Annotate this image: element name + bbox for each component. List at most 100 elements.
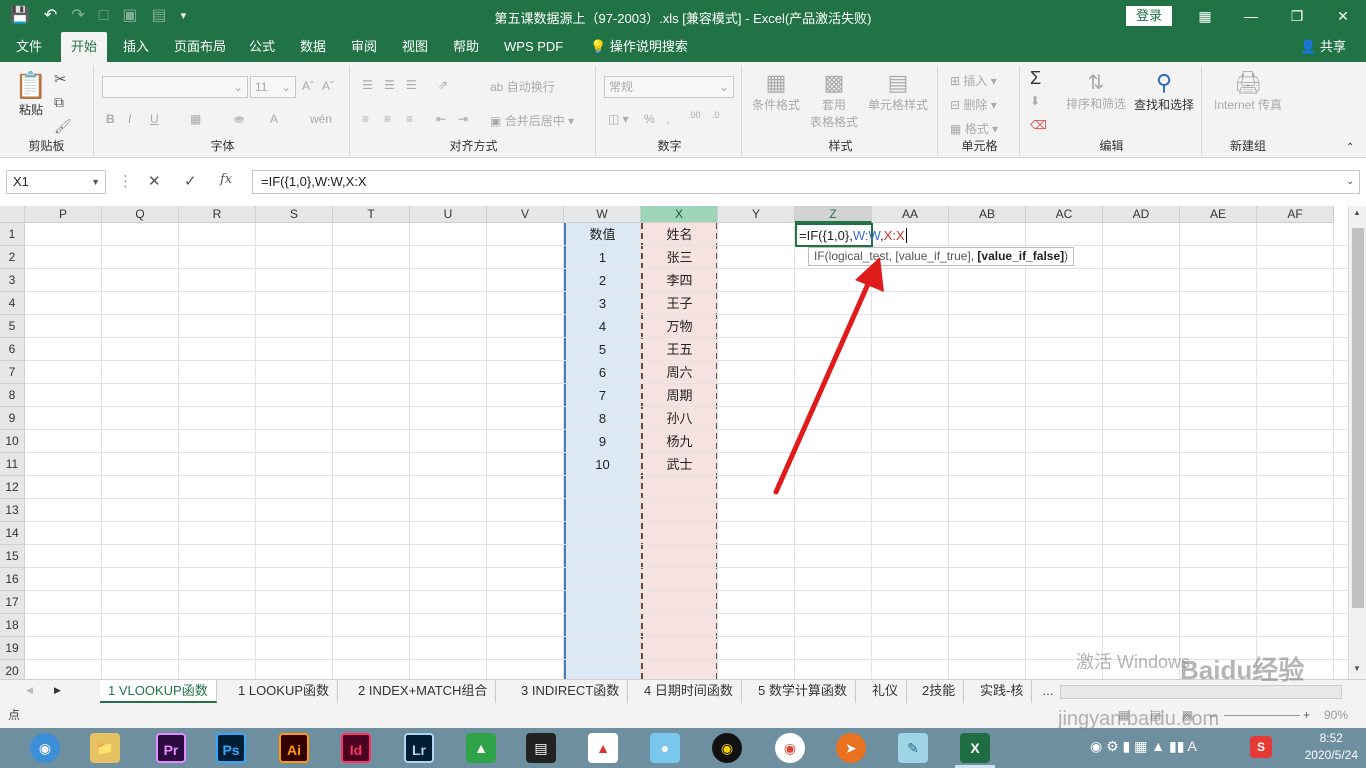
row-header-17[interactable]: 17 xyxy=(0,591,25,614)
insert-function-icon[interactable]: fx xyxy=(220,172,232,187)
confirm-entry-icon[interactable]: ✓ xyxy=(184,172,197,190)
cancel-entry-icon[interactable]: ✕ xyxy=(148,172,161,190)
bold-icon[interactable]: B xyxy=(106,112,115,126)
indesign-icon[interactable]: Id xyxy=(341,733,371,763)
insert-cells-button[interactable]: ⊞ 插入 ▾ xyxy=(950,72,997,89)
row-header-18[interactable]: 18 xyxy=(0,614,25,637)
fill-icon[interactable]: ⬇ xyxy=(1030,94,1040,108)
increase-indent-icon[interactable]: ⇥ xyxy=(458,112,468,126)
tab-view[interactable]: 视图 xyxy=(392,32,438,62)
row-header-14[interactable]: 14 xyxy=(0,522,25,545)
tab-review[interactable]: 审阅 xyxy=(341,32,387,62)
column-header-ae[interactable]: AE xyxy=(1180,206,1257,223)
row-header-11[interactable]: 11 xyxy=(0,453,25,476)
zoom-slider[interactable] xyxy=(1224,715,1300,716)
cell-x10[interactable]: 杨九 xyxy=(641,430,718,453)
worksheet-grid[interactable]: =IF({1,0},W:W,X:X​ IF(logical_test, [val… xyxy=(0,206,1366,679)
cell-w7[interactable]: 6 xyxy=(564,361,641,384)
more-sheets-icon[interactable]: … xyxy=(1042,684,1054,698)
horizontal-scrollbar[interactable] xyxy=(1060,685,1342,699)
cell-x4[interactable]: 王子 xyxy=(641,292,718,315)
tab-wps-pdf[interactable]: WPS PDF xyxy=(494,32,573,62)
find-select-button[interactable]: ⚲ 查找和选择 xyxy=(1130,70,1198,113)
cat-app-icon[interactable]: ● xyxy=(650,733,680,763)
internet-fax-button[interactable]: 🖨 Internet 传真 xyxy=(1208,70,1288,113)
vertical-scrollbar[interactable]: ▲ ▼ xyxy=(1348,206,1366,679)
column-header-s[interactable]: S xyxy=(256,206,333,223)
cell-x7[interactable]: 周六 xyxy=(641,361,718,384)
sheet-tab-etiquette[interactable]: 礼仪 xyxy=(864,680,908,703)
close-icon[interactable]: ✕ xyxy=(1320,0,1366,32)
column-header-q[interactable]: Q xyxy=(102,206,179,223)
cell-w9[interactable]: 8 xyxy=(564,407,641,430)
column-header-t[interactable]: T xyxy=(333,206,410,223)
align-right-icon[interactable]: ≡ xyxy=(406,112,413,126)
delete-cells-button[interactable]: ⊟ 删除 ▾ xyxy=(950,96,997,113)
sheet-tab-lookup[interactable]: 1 LOOKUP函数 xyxy=(230,680,339,703)
cell-x11[interactable]: 武士 xyxy=(641,453,718,476)
select-all-corner[interactable] xyxy=(0,206,25,223)
cell-w1[interactable]: 数值 xyxy=(564,223,641,246)
paste-button[interactable]: 📋 粘贴 xyxy=(14,70,48,118)
cell-w3[interactable]: 2 xyxy=(564,269,641,292)
zoom-level[interactable]: 90% xyxy=(1324,703,1348,728)
sheet-tab-practice[interactable]: 实践-核 xyxy=(972,680,1033,703)
tab-home[interactable]: 开始 xyxy=(61,32,108,62)
illustrator-icon[interactable]: Ai xyxy=(279,733,309,763)
tell-me-search[interactable]: 💡 操作说明搜索 xyxy=(580,32,698,62)
align-top-icon[interactable]: ☰ xyxy=(362,78,373,92)
cell-x1[interactable]: 姓名 xyxy=(641,223,718,246)
cell-w2[interactable]: 1 xyxy=(564,246,641,269)
column-header-ad[interactable]: AD xyxy=(1103,206,1180,223)
row-header-16[interactable]: 16 xyxy=(0,568,25,591)
cell-w11[interactable]: 10 xyxy=(564,453,641,476)
row-header-7[interactable]: 7 xyxy=(0,361,25,384)
format-painter-icon[interactable]: 🖌 xyxy=(54,118,72,135)
cell-x6[interactable]: 王五 xyxy=(641,338,718,361)
italic-icon[interactable]: I xyxy=(128,112,131,126)
login-button[interactable]: 登录 xyxy=(1126,6,1172,26)
start-button-icon[interactable]: ◉ xyxy=(30,733,60,763)
autosum-icon[interactable]: Σ xyxy=(1030,68,1041,89)
name-box[interactable]: X1 ▼ xyxy=(6,170,106,194)
currency-icon[interactable]: ◫ ▾ xyxy=(608,112,629,126)
row-header-10[interactable]: 10 xyxy=(0,430,25,453)
chrome-icon[interactable]: ◉ xyxy=(775,733,805,763)
cell-x8[interactable]: 周期 xyxy=(641,384,718,407)
sheet-tab-index-match[interactable]: 2 INDEX+MATCH组合 xyxy=(350,680,497,703)
qq-icon[interactable]: ◉ xyxy=(712,733,742,763)
conditional-format-button[interactable]: ▦ 条件格式 xyxy=(750,70,802,113)
comma-icon[interactable]: , xyxy=(666,112,669,126)
orange-app-icon[interactable]: ➤ xyxy=(836,733,866,763)
video-editor-icon[interactable]: ▤ xyxy=(526,733,556,763)
decrease-decimal-icon[interactable]: .0 xyxy=(712,110,720,120)
tab-help[interactable]: 帮助 xyxy=(443,32,489,62)
phonetic-icon[interactable]: wén xyxy=(310,112,332,126)
cell-x2[interactable]: 张三 xyxy=(641,246,718,269)
row-header-13[interactable]: 13 xyxy=(0,499,25,522)
formula-input[interactable]: =IF({1,0},W:W,X:X xyxy=(252,170,1360,194)
cell-x3[interactable]: 李四 xyxy=(641,269,718,292)
shrink-font-icon[interactable]: Aˇ xyxy=(322,79,334,93)
font-name-combo[interactable]: ⌄ xyxy=(102,76,248,98)
tab-page-layout[interactable]: 页面布局 xyxy=(164,32,236,62)
cell-w6[interactable]: 5 xyxy=(564,338,641,361)
row-header-19[interactable]: 19 xyxy=(0,637,25,660)
vertical-scroll-thumb[interactable] xyxy=(1352,228,1364,608)
cell-w4[interactable]: 3 xyxy=(564,292,641,315)
row-header-12[interactable]: 12 xyxy=(0,476,25,499)
row-header-4[interactable]: 4 xyxy=(0,292,25,315)
grow-font-icon[interactable]: Aˆ xyxy=(302,79,314,93)
tab-data[interactable]: 数据 xyxy=(290,32,336,62)
column-header-ac[interactable]: AC xyxy=(1026,206,1103,223)
ribbon-display-icon[interactable]: ▦ xyxy=(1182,0,1228,32)
font-color-icon[interactable]: A xyxy=(270,112,278,126)
tray-icons[interactable]: ◉ ⚙ ▮ ▦ ▲ ▮▮ A xyxy=(1090,738,1197,755)
red-app-icon[interactable]: ▲ xyxy=(588,733,618,763)
scroll-down-icon[interactable]: ▼ xyxy=(1353,664,1361,673)
cell-styles-button[interactable]: ▤ 单元格样式 xyxy=(866,70,930,113)
row-header-9[interactable]: 9 xyxy=(0,407,25,430)
cut-icon[interactable]: ✂ xyxy=(54,70,67,88)
column-header-z[interactable]: Z xyxy=(795,206,872,223)
align-middle-icon[interactable]: ☰ xyxy=(384,78,395,92)
